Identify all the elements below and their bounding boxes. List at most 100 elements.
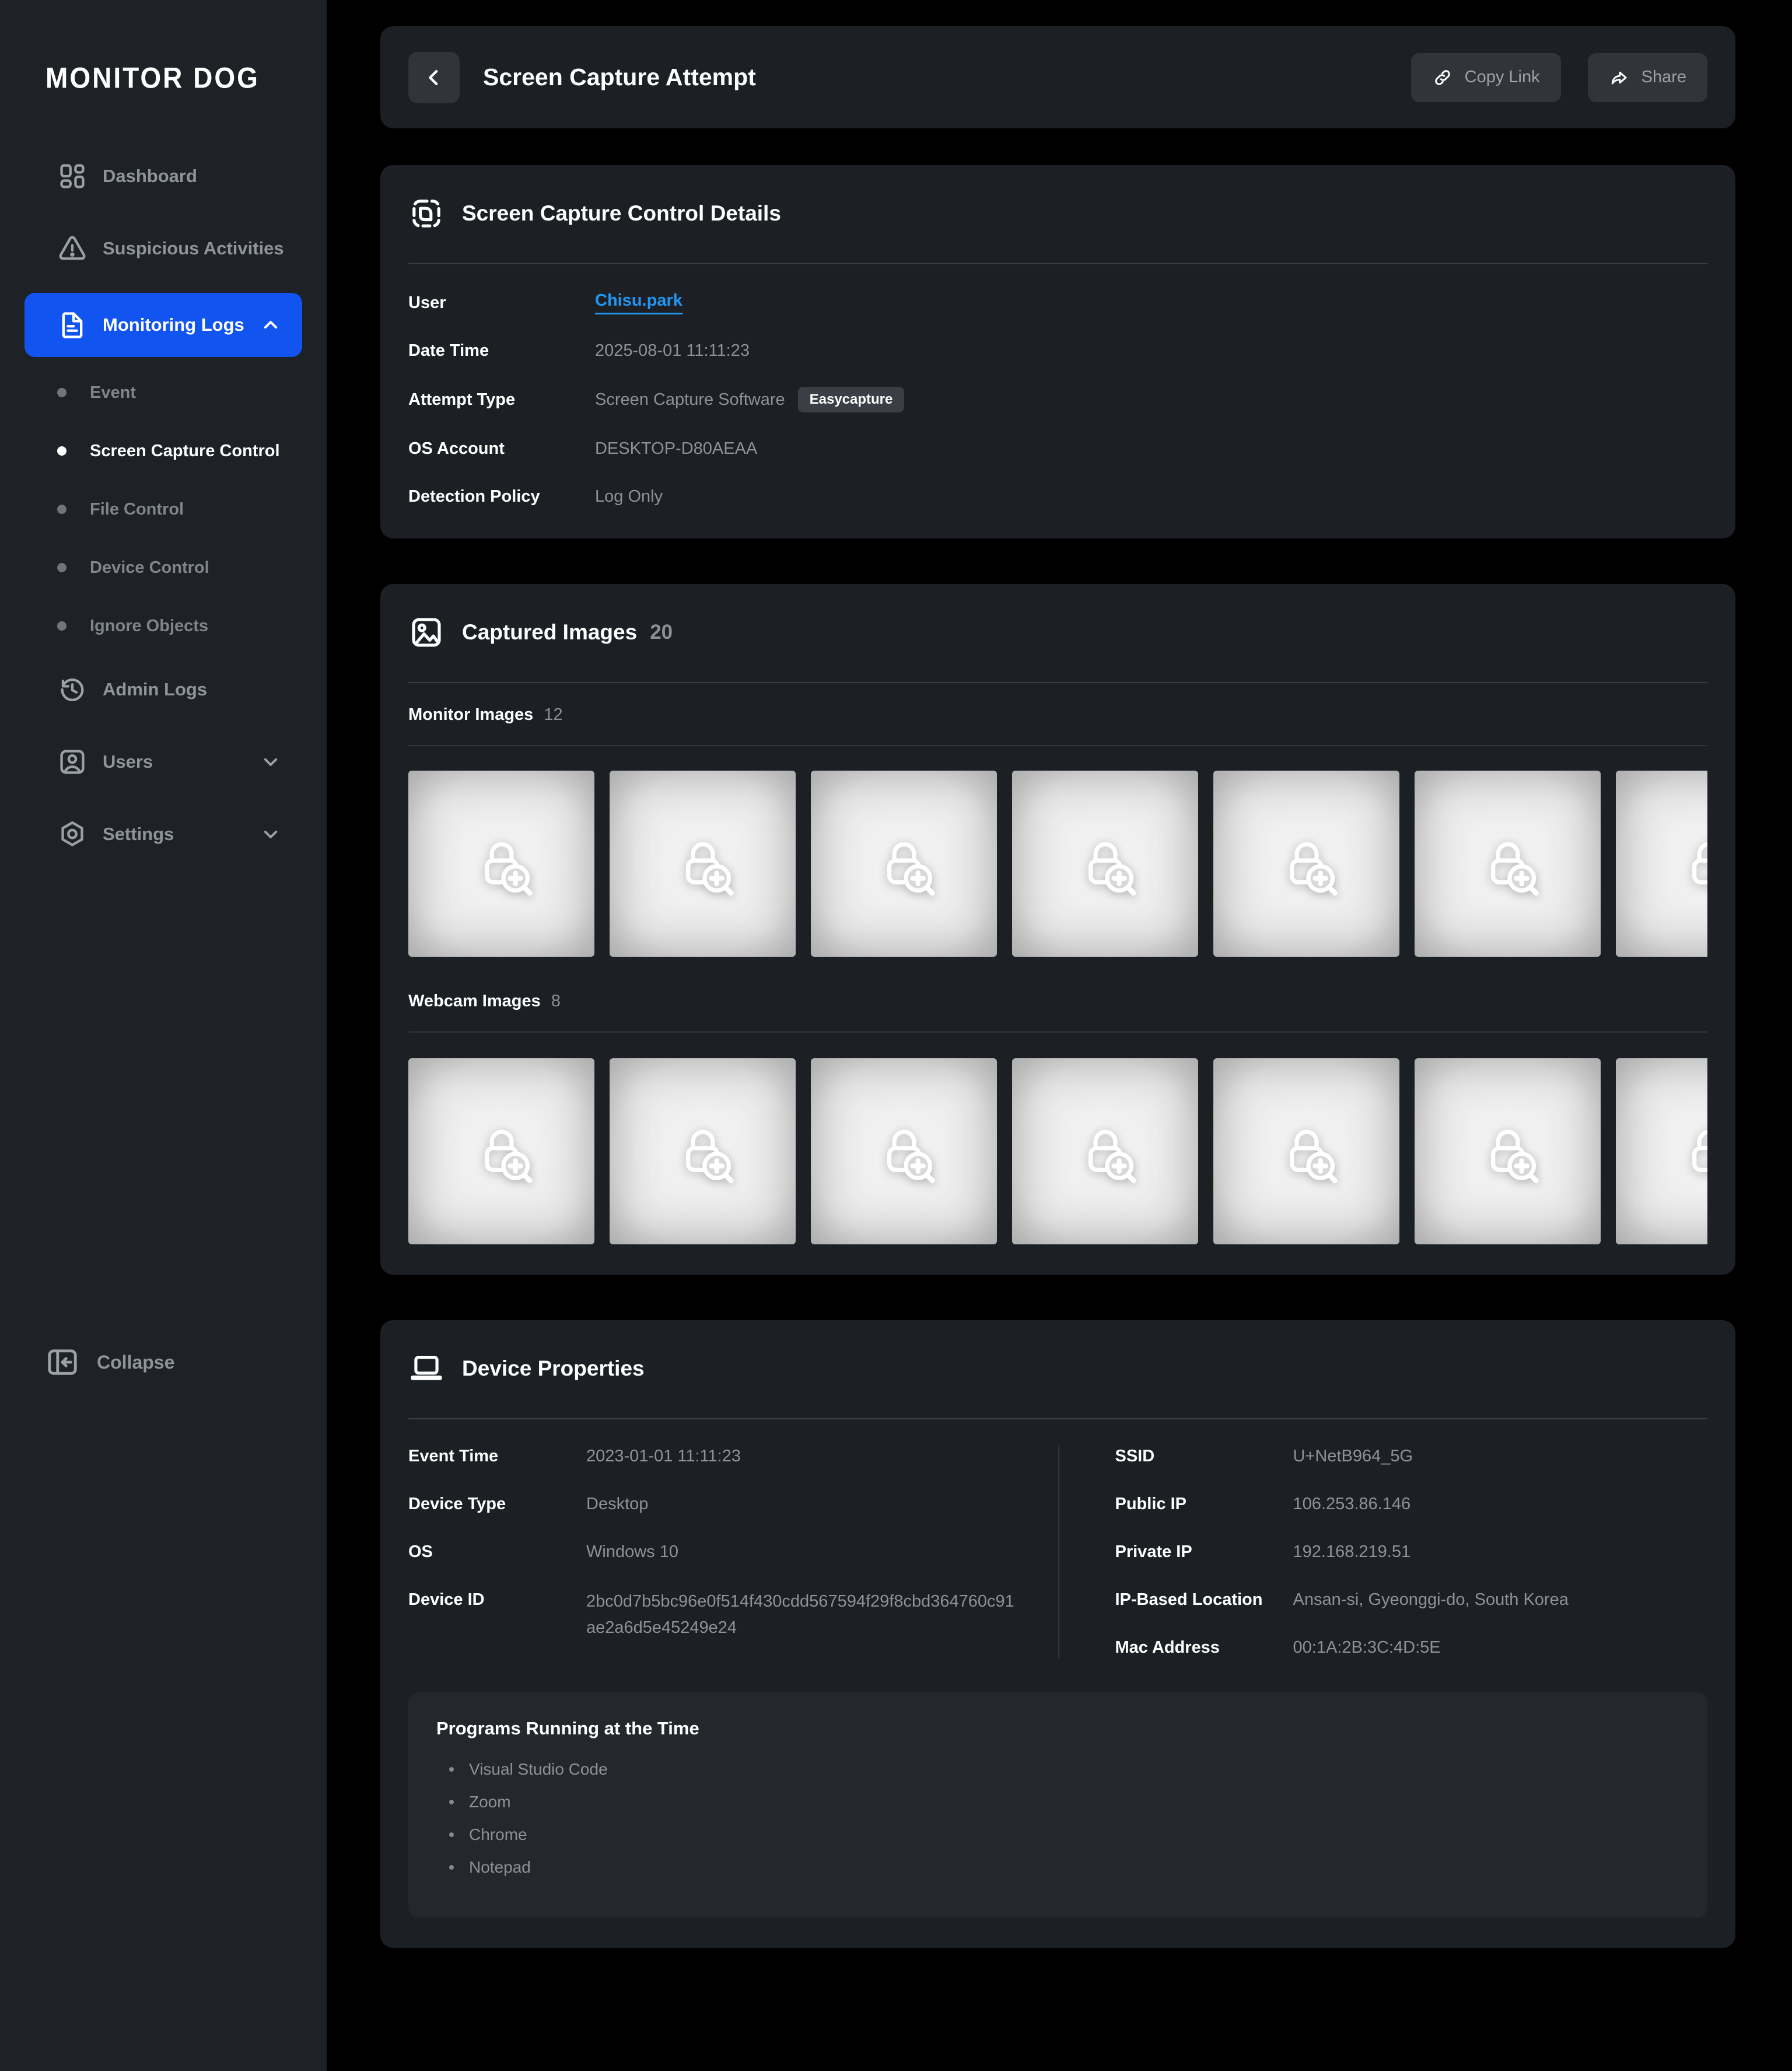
webcam-images-row [408,1058,1707,1244]
lock-zoom-icon [468,830,536,898]
program-name: Visual Studio Code [469,1760,608,1779]
sidebar-item-label: Dashboard [103,166,197,187]
lock-zoom-icon [1474,1118,1542,1185]
monitor-images-count: 12 [544,705,562,725]
page-title: Screen Capture Attempt [483,64,756,91]
detail-label: User [408,293,595,313]
detail-row-attempt-type: Attempt Type Screen Capture Software Eas… [408,387,1707,412]
prop-label: SSID [1115,1445,1293,1467]
chevron-left-icon [422,66,446,89]
program-item: Notepad [436,1856,1679,1879]
captured-image-thumbnail[interactable] [1616,1058,1707,1244]
laptop-icon [408,1351,444,1387]
app-root: MONITOR DOG Dashboard Suspicious Activit… [0,0,1792,2071]
detail-value: Log Only [595,487,663,506]
sidebar-subitem-file-control[interactable]: File Control [24,487,302,532]
captured-image-thumbnail[interactable] [811,1058,997,1244]
captured-image-thumbnail[interactable] [610,1058,796,1244]
detail-label: Date Time [408,341,595,361]
sidebar-item-label: Admin Logs [103,679,207,700]
captured-image-thumbnail[interactable] [408,1058,594,1244]
bullet-icon [57,505,66,514]
share-label: Share [1642,68,1686,87]
monitor-images-row [408,771,1707,957]
details-panel-header: Screen Capture Control Details [408,193,1707,234]
program-name: Notepad [469,1858,531,1877]
chevron-down-icon [259,750,282,774]
captured-image-thumbnail[interactable] [1415,771,1601,957]
collapse-sidebar-icon [46,1345,79,1379]
prop-value: 2bc0d7b5bc96e0f514f430cdd567594f29f8cbd3… [586,1589,1021,1641]
lock-zoom-icon [1072,830,1139,898]
prop-label: Event Time [408,1445,586,1467]
sidebar-item-label: Suspicious Activities [103,238,284,259]
captured-image-thumbnail[interactable] [408,771,594,957]
device-properties-left-column: Event Time 2023-01-01 11:11:23 Device Ty… [408,1445,1058,1659]
bullet-icon [449,1767,454,1772]
prop-value: Windows 10 [586,1541,1021,1563]
program-item: Visual Studio Code [436,1758,1679,1781]
dashboard-icon [57,161,88,191]
bullet-icon [57,563,66,572]
sidebar-subitem-label: Ignore Objects [90,617,208,636]
webcam-images-label: Webcam Images [408,992,541,1011]
sidebar-subitem-screen-capture-control[interactable]: Screen Capture Control [24,428,302,474]
prop-value: Ansan-si, Gyeonggi-do, South Korea [1293,1589,1708,1611]
share-button[interactable]: Share [1588,53,1707,102]
detail-label: Attempt Type [408,390,595,410]
sidebar-subitem-label: Event [90,383,136,403]
user-icon [57,747,88,777]
sidebar-subitem-event[interactable]: Event [24,370,302,415]
bullet-icon [57,388,66,397]
sidebar-subitem-device-control[interactable]: Device Control [24,545,302,590]
divider [408,263,1707,264]
prop-label: Mac Address [1115,1636,1293,1659]
sidebar-item-dashboard[interactable]: Dashboard [24,148,302,204]
detail-label: Detection Policy [408,487,595,506]
prop-row-device-id: Device ID 2bc0d7b5bc96e0f514f430cdd56759… [408,1589,1021,1641]
captured-image-thumbnail[interactable] [1415,1058,1601,1244]
captured-image-thumbnail[interactable] [1616,771,1707,957]
sidebar-item-admin-logs[interactable]: Admin Logs [24,662,302,718]
back-button[interactable] [408,52,460,103]
captured-image-thumbnail[interactable] [1012,771,1198,957]
bullet-icon [57,446,66,456]
sidebar-item-label: Monitoring Logs [103,314,244,335]
lock-zoom-icon [1675,1118,1708,1185]
program-item: Zoom [436,1790,1679,1814]
sidebar-item-monitoring-logs[interactable]: Monitoring Logs [24,293,302,357]
captured-image-thumbnail[interactable] [610,771,796,957]
sidebar-subitem-ignore-objects[interactable]: Ignore Objects [24,603,302,649]
sidebar-item-users[interactable]: Users [24,734,302,790]
prop-label: IP-Based Location [1115,1589,1293,1611]
sidebar-nav: Dashboard Suspicious Activities Monitori… [24,148,302,862]
lock-zoom-icon [1273,1118,1340,1185]
sidebar-item-suspicious-activities[interactable]: Suspicious Activities [24,221,302,277]
device-properties-header: Device Properties [408,1348,1707,1389]
sidebar-item-label: Settings [103,824,174,845]
lock-zoom-icon [669,830,737,898]
sidebar-item-settings[interactable]: Settings [24,806,302,862]
programs-running-title: Programs Running at the Time [436,1718,1679,1739]
program-name: Zoom [469,1793,511,1811]
prop-label: Device Type [408,1493,586,1515]
captured-images-panel: Captured Images 20 Monitor Images 12 Web… [380,584,1735,1275]
detail-row-os-account: OS Account DESKTOP-D80AEAA [408,437,1707,460]
main-content: Screen Capture Attempt Copy Link Share S… [380,26,1735,1993]
prop-value: 00:1A:2B:3C:4D:5E [1293,1636,1708,1659]
detail-value: Screen Capture Software [595,390,785,410]
details-rows: User Chisu.park Date Time 2025-08-01 11:… [408,291,1707,508]
captured-image-thumbnail[interactable] [1213,771,1399,957]
programs-running-panel: Programs Running at the Time Visual Stud… [408,1692,1707,1918]
chevron-up-icon [259,313,282,337]
copy-link-button[interactable]: Copy Link [1411,53,1561,102]
device-properties-grid: Event Time 2023-01-01 11:11:23 Device Ty… [408,1445,1707,1659]
prop-label: Private IP [1115,1541,1293,1563]
captured-image-thumbnail[interactable] [1213,1058,1399,1244]
sidebar-collapse-button[interactable]: Collapse [46,1345,174,1379]
user-link[interactable]: Chisu.park [595,291,682,314]
prop-value: 2023-01-01 11:11:23 [586,1445,1021,1467]
captured-image-thumbnail[interactable] [811,771,997,957]
prop-label: Device ID [408,1589,586,1641]
captured-image-thumbnail[interactable] [1012,1058,1198,1244]
